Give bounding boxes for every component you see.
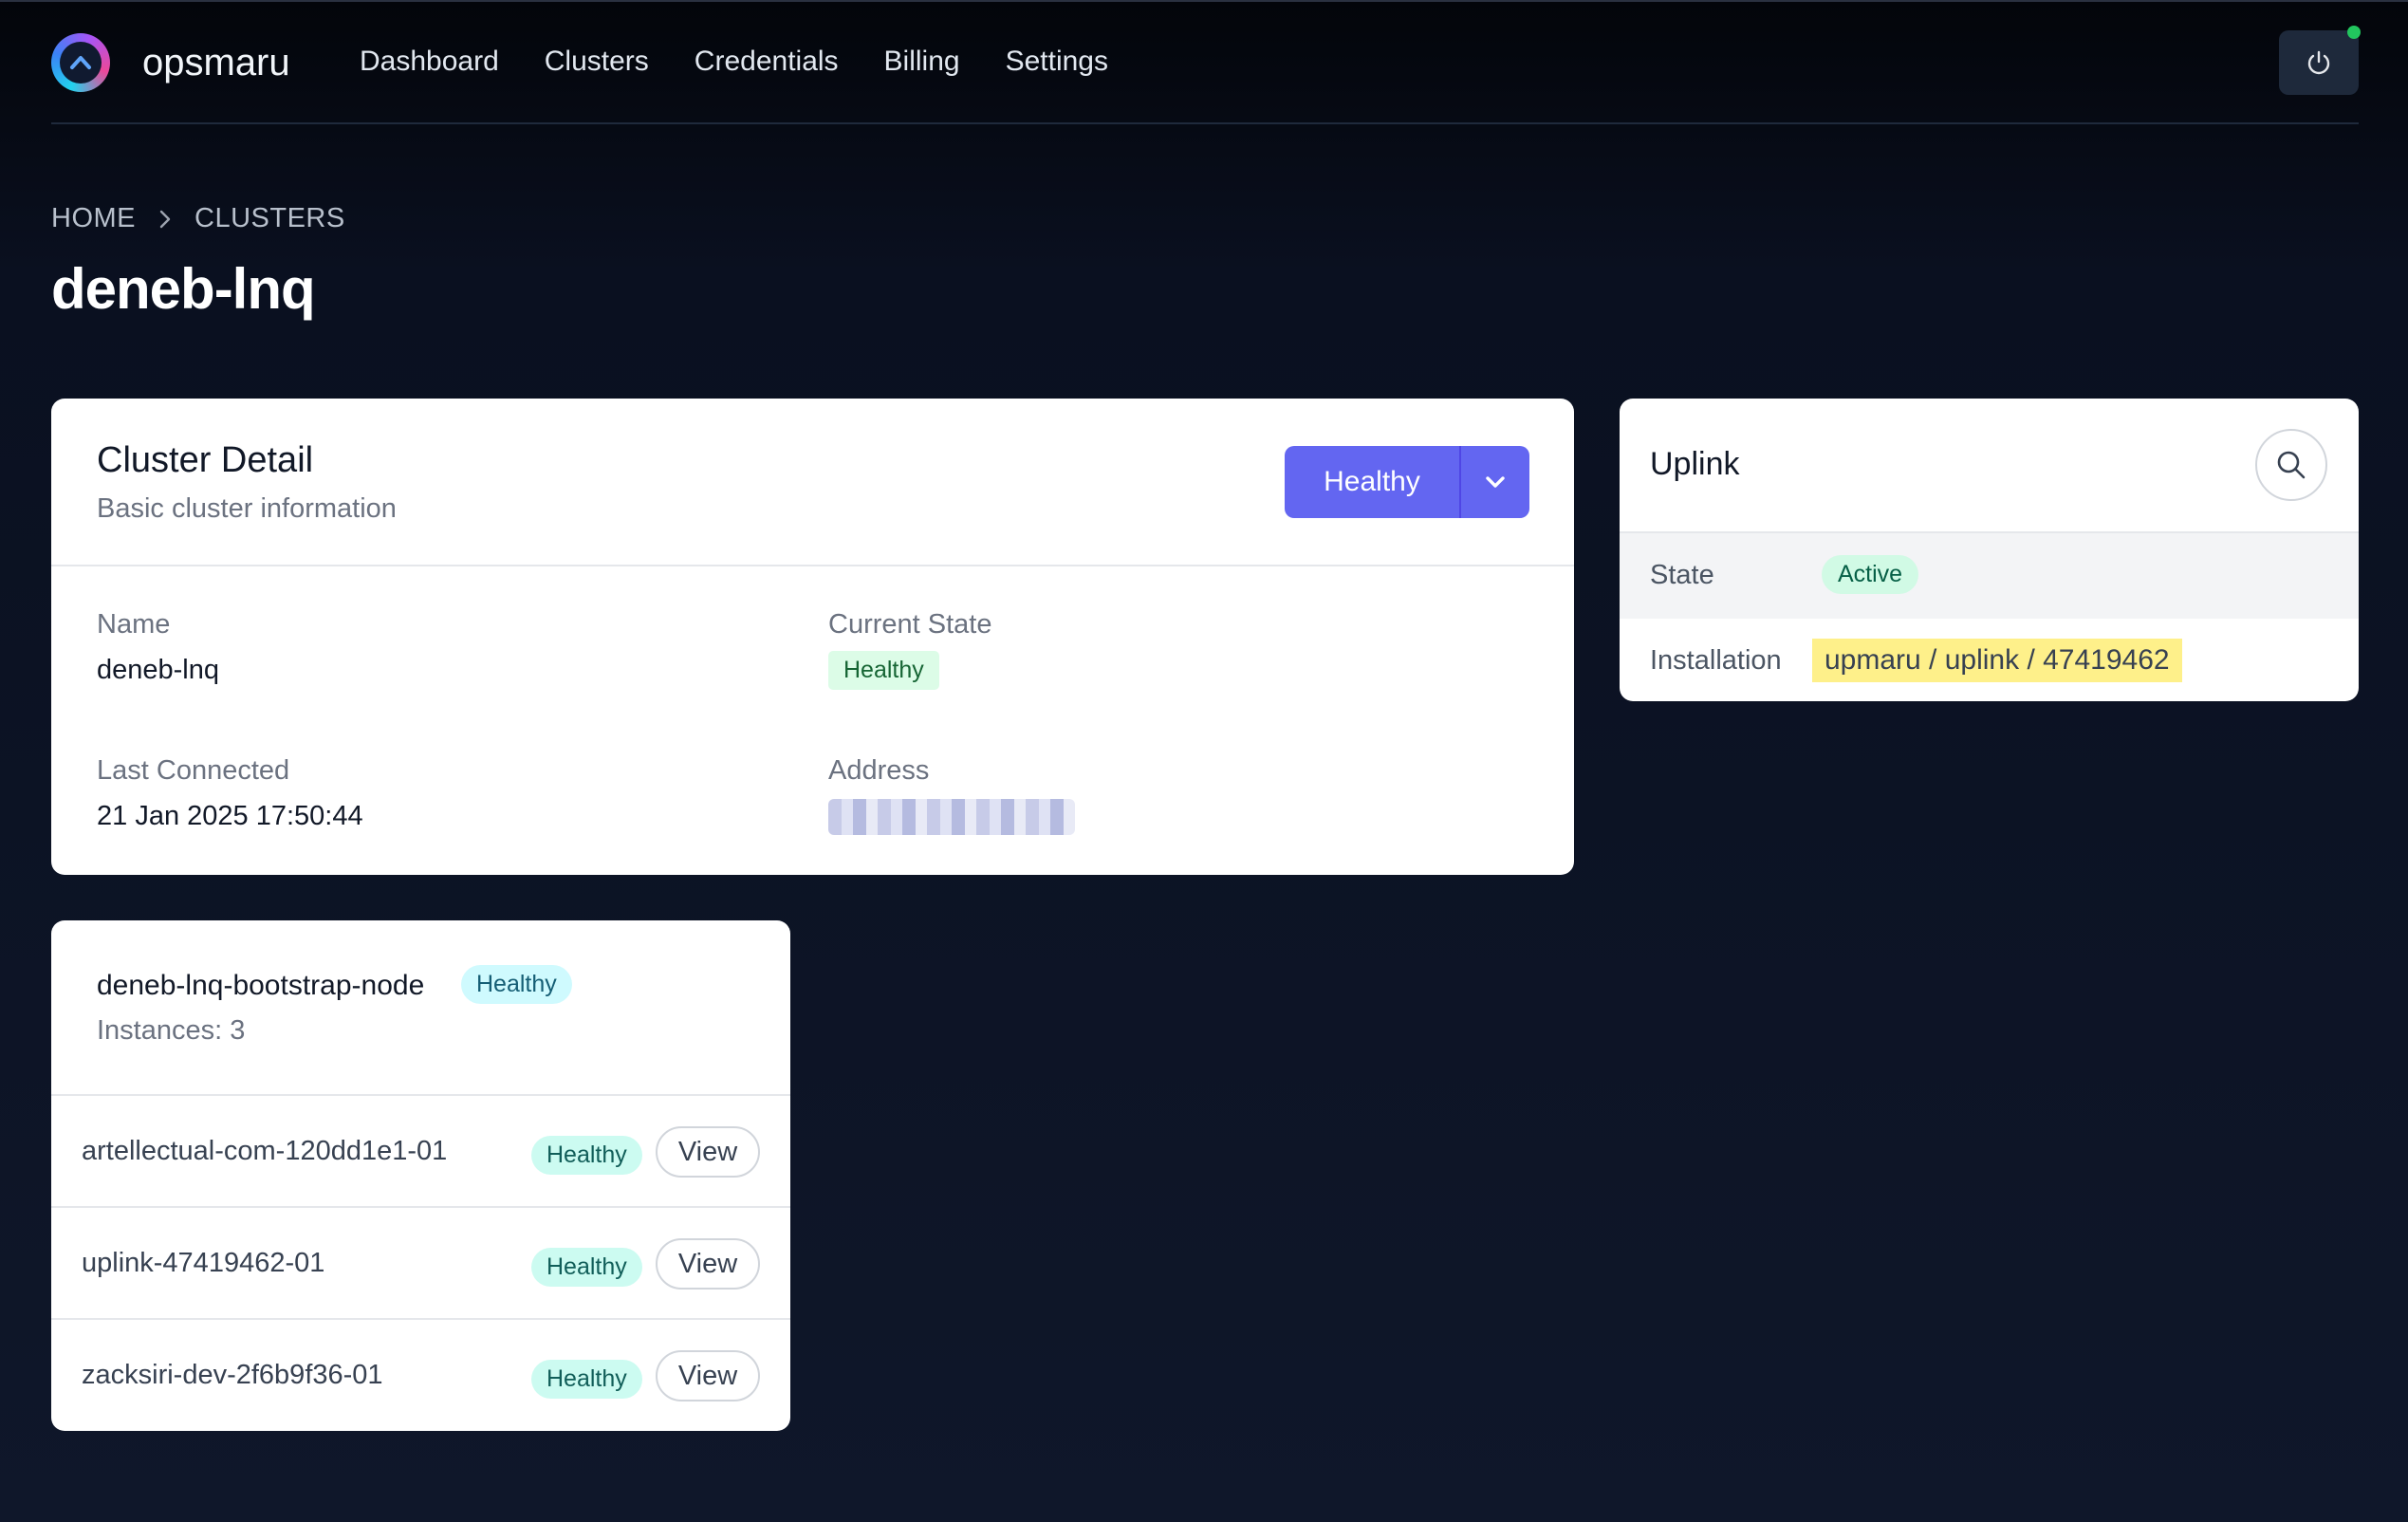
instance-row: uplink-47419462-01 Healthy View (51, 1208, 790, 1320)
breadcrumb: HOME CLUSTERS (51, 203, 345, 234)
current-state-badge: Healthy (828, 651, 939, 690)
breadcrumb-clusters[interactable]: CLUSTERS (194, 203, 345, 234)
node-group-instances: Instances: 3 (97, 1015, 246, 1046)
last-connected-label: Last Connected (97, 755, 290, 786)
top-nav: opsmaru Dashboard Clusters Credentials B… (51, 0, 2361, 124)
cluster-detail-card: Cluster Detail Basic cluster information… (51, 399, 1574, 875)
chevron-right-icon (159, 210, 171, 228)
name-label: Name (97, 609, 171, 640)
search-icon (2277, 451, 2306, 479)
online-status-dot (2347, 26, 2361, 39)
node-group-card: deneb-lnq-bootstrap-node Healthy Instanc… (51, 920, 790, 1431)
nav-clusters[interactable]: Clusters (545, 46, 649, 78)
power-button[interactable] (2279, 26, 2361, 95)
chevron-down-icon (1486, 476, 1505, 488)
address-label: Address (828, 755, 930, 786)
installation-label: Installation (1650, 645, 1782, 676)
page-title: deneb-lnq (51, 257, 316, 321)
status-dropdown-toggle[interactable] (1461, 446, 1529, 518)
main-nav: Dashboard Clusters Credentials Billing S… (360, 46, 1108, 78)
cluster-detail-header: Cluster Detail Basic cluster information… (51, 399, 1574, 566)
instance-name: uplink-47419462-01 (82, 1248, 325, 1278)
nav-dashboard[interactable]: Dashboard (360, 46, 499, 78)
installation-value: upmaru / uplink / 47419462 (1812, 639, 2182, 682)
power-icon (2307, 50, 2330, 75)
uplink-header: Uplink (1620, 399, 2359, 533)
uplink-card: Uplink State Active Installation upmaru … (1620, 399, 2359, 701)
nav-settings[interactable]: Settings (1006, 46, 1108, 78)
instance-status-badge: Healthy (531, 1360, 642, 1399)
instance-name: zacksiri-dev-2f6b9f36-01 (82, 1360, 383, 1390)
nav-billing[interactable]: Billing (884, 46, 960, 78)
status-button[interactable]: Healthy (1285, 446, 1459, 518)
last-connected-value: 21 Jan 2025 17:50:44 (97, 801, 363, 831)
view-instance-button[interactable]: View (656, 1350, 760, 1401)
uplink-state-row (1620, 533, 2359, 619)
address-value-redacted (828, 799, 1075, 835)
cluster-detail-title: Cluster Detail (97, 440, 314, 480)
nav-credentials[interactable]: Credentials (695, 46, 839, 78)
view-instance-button[interactable]: View (656, 1238, 760, 1290)
node-group-header: deneb-lnq-bootstrap-node Healthy Instanc… (51, 920, 790, 1096)
instance-name: artellectual-com-120dd1e1-01 (82, 1136, 448, 1166)
opsmaru-logo-icon[interactable] (51, 33, 110, 92)
uplink-state-label: State (1650, 560, 1714, 590)
name-value: deneb-lnq (97, 655, 219, 685)
cluster-detail-subtitle: Basic cluster information (97, 493, 397, 524)
instance-status-badge: Healthy (531, 1136, 642, 1175)
brand-name[interactable]: opsmaru (142, 42, 290, 84)
view-instance-button[interactable]: View (656, 1126, 760, 1178)
uplink-state-badge: Active (1822, 555, 1919, 594)
instance-row: zacksiri-dev-2f6b9f36-01 Healthy View (51, 1320, 790, 1431)
breadcrumb-home[interactable]: HOME (51, 203, 136, 234)
node-group-name: deneb-lnq-bootstrap-node (97, 970, 425, 1001)
uplink-title: Uplink (1650, 446, 1740, 482)
uplink-search-button[interactable] (2255, 429, 2327, 501)
current-state-label: Current State (828, 609, 992, 640)
node-group-status-badge: Healthy (461, 965, 572, 1004)
status-split-button: Healthy (1285, 446, 1529, 518)
instance-status-badge: Healthy (531, 1248, 642, 1287)
instance-row: artellectual-com-120dd1e1-01 Healthy Vie… (51, 1096, 790, 1208)
